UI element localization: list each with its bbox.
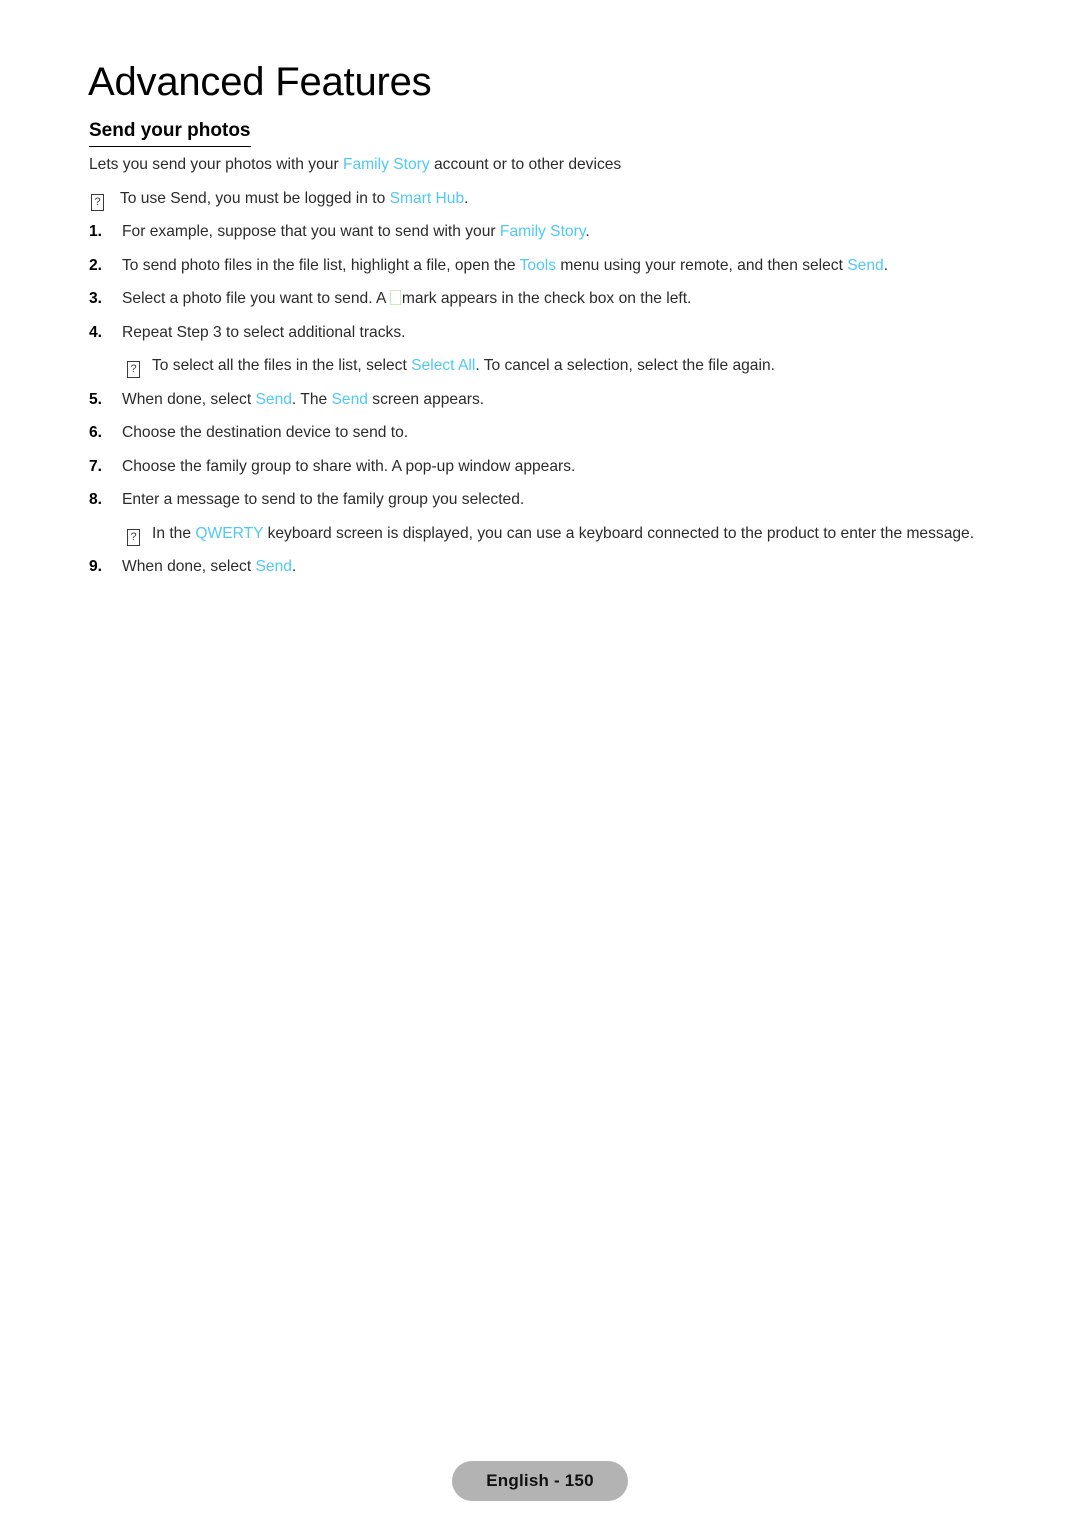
link-family-story[interactable]: Family Story [343, 156, 430, 173]
note-text-1: To select all the files in the list, sel… [152, 357, 412, 374]
step-text-1: Choose the family group to share with. A… [122, 457, 576, 475]
step-number: 2. [89, 256, 103, 274]
step-item-4: 4. Repeat Step 3 to select additional tr… [0, 322, 1080, 344]
step-text-1: When done, select [122, 390, 256, 408]
document-page: Advanced Features Send your photos Lets … [0, 0, 1080, 1534]
step-number: 5. [89, 390, 103, 408]
lead-text-1: Lets you send your photos with your [89, 156, 343, 173]
note-item: ? To use Send, you must be logged in to … [0, 188, 1080, 211]
step-text-2: . The [291, 390, 332, 408]
step-text-2: . [585, 223, 590, 240]
step-item-2: 2. To send photo files in the file list,… [0, 255, 1080, 277]
missing-glyph-box-icon: ? [127, 361, 140, 378]
note-text-2: keyboard screen is displayed, you can us… [263, 524, 975, 542]
step-text-1: For example, suppose that you want to se… [122, 223, 500, 240]
step-number: 9. [89, 558, 103, 575]
step-item-6: 6. Choose the destination device to send… [0, 422, 1080, 444]
step-item-3: 3. Select a photo file you want to send.… [0, 288, 1080, 310]
step-number: 8. [89, 491, 103, 508]
step-text-3: . [883, 256, 889, 274]
note-item: ? To select all the files in the list, s… [0, 355, 1080, 378]
missing-glyph-box-icon: ? [127, 528, 140, 546]
step-text-1: Enter a message to send to the family gr… [122, 491, 525, 508]
step-number: 3. [89, 290, 103, 307]
note-item: ? In the QWERTY keyboard screen is displ… [0, 523, 1080, 546]
step-text-1: Choose the destination device to send to… [122, 424, 409, 441]
link-select-all[interactable]: Select All [411, 357, 475, 374]
page-footer-label: English - 150 [486, 1471, 594, 1490]
link-send[interactable]: Send [256, 558, 292, 575]
link-send[interactable]: Send [256, 391, 292, 408]
note-bullet-icon: ? [127, 524, 140, 546]
page-title: Advanced Features [88, 60, 432, 104]
step-text-1: When done, select [122, 558, 256, 575]
link-family-story[interactable]: Family Story [500, 223, 585, 240]
step-text-2: menu using your remote, and then select [556, 256, 848, 274]
lead-paragraph: Lets you send your photos with your Fami… [0, 154, 1080, 176]
note-text-2: . To cancel a selection, select the file… [475, 357, 775, 374]
step-item-5: 5. When done, select Send. The Send scre… [0, 389, 1080, 411]
check-mark-glyph-icon [389, 290, 401, 305]
lead-text-2: account or to other devices [429, 156, 622, 173]
step-number: 7. [89, 457, 103, 475]
note-bullet-icon: ? [127, 356, 140, 378]
note-text-2: . [464, 189, 469, 207]
link-qwerty[interactable]: QWERTY [195, 525, 263, 542]
step-text-1: To send photo files in the file list, hi… [122, 256, 520, 274]
missing-glyph-box-icon: ? [91, 193, 104, 211]
step-text-1: Select a photo file you want to send. A [122, 290, 390, 307]
document-body: Lets you send your photos with your Fami… [0, 154, 1080, 590]
step-item-9: 9. When done, select Send. [0, 556, 1080, 578]
link-send[interactable]: Send [847, 257, 883, 274]
step-number: 6. [89, 424, 103, 441]
step-item-1: 1. For example, suppose that you want to… [0, 221, 1080, 243]
step-number: 4. [89, 323, 103, 341]
step-item-7: 7. Choose the family group to share with… [0, 456, 1080, 478]
step-item-8: 8. Enter a message to send to the family… [0, 489, 1080, 511]
link-smart-hub[interactable]: Smart Hub [390, 190, 465, 207]
note-bullet-icon: ? [91, 189, 104, 211]
step-text-3: screen appears. [367, 390, 485, 408]
step-number: 1. [89, 223, 103, 240]
page-footer-badge: English - 150 [452, 1461, 628, 1501]
note-text-1: To use Send, you must be logged in to [120, 189, 390, 207]
step-text-1: Repeat Step 3 to select additional track… [122, 323, 406, 341]
step-text-2: mark appears in the check box on the lef… [401, 290, 692, 307]
note-text-1: In the [152, 524, 196, 542]
link-tools[interactable]: Tools [520, 257, 556, 274]
section-heading: Send your photos [89, 119, 251, 147]
link-send[interactable]: Send [332, 391, 368, 408]
step-text-2: . [291, 558, 297, 575]
